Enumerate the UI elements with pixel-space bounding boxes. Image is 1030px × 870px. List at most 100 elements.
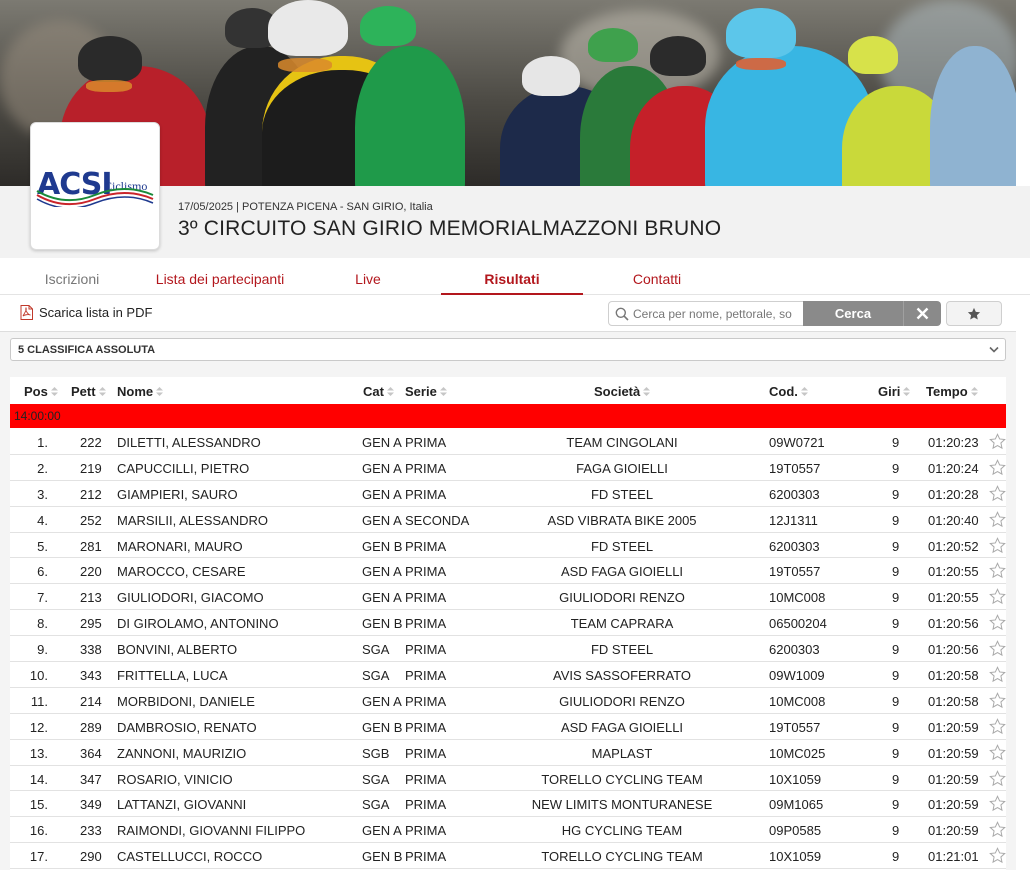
row-time: 01:21:01	[928, 849, 979, 865]
row-category: GEN B	[362, 849, 403, 865]
row-bib-number: 343	[80, 668, 102, 684]
classification-select[interactable]: 5 CLASSIFICA ASSOLUTA	[10, 338, 1006, 361]
clear-search-button[interactable]	[903, 301, 941, 326]
sort-arrows-icon	[903, 387, 911, 396]
table-row[interactable]: 14. 347 ROSARIO, VINICIO SGA PRIMA TOREL…	[10, 766, 1006, 792]
col-cod[interactable]: Cod.	[769, 384, 808, 399]
star-outline-icon[interactable]	[989, 821, 1006, 838]
star-outline-icon[interactable]	[989, 510, 1006, 528]
star-outline-icon[interactable]	[989, 769, 1006, 787]
row-position: 3.	[37, 486, 48, 502]
table-row[interactable]: 3. 212 GIAMPIERI, SAURO GEN A PRIMA FD S…	[10, 481, 1006, 507]
table-row[interactable]: 6. 220 MAROCCO, CESARE GEN A PRIMA ASD F…	[10, 558, 1006, 585]
star-outline-icon[interactable]	[989, 717, 1006, 735]
row-athlete-name: LATTANZI, GIOVANNI	[117, 797, 247, 813]
star-outline-icon[interactable]	[989, 743, 1006, 761]
download-pdf-label: Scarica lista in PDF	[39, 305, 153, 320]
row-team: TORELLO CYCLING TEAM	[541, 849, 703, 865]
row-laps: 9	[892, 693, 900, 709]
tab-risultati[interactable]: Risultati	[441, 262, 583, 295]
organizer-logo: ACSI Ciclismo	[30, 122, 160, 250]
star-outline-icon[interactable]	[989, 847, 1006, 864]
close-icon	[916, 307, 929, 320]
page-title: 3º CIRCUITO SAN GIRIO MEMORIALMAZZONI BR…	[178, 217, 722, 240]
table-row[interactable]: 2. 219 CAPUCCILLI, PIETRO GEN A PRIMA FA…	[10, 455, 1006, 481]
table-row[interactable]: 12. 289 DAMBROSIO, RENATO GEN B PRIMA AS…	[10, 714, 1006, 740]
sort-arrows-icon	[970, 387, 978, 396]
row-category: GEN B	[362, 616, 403, 632]
row-athlete-name: CAPUCCILLI, PIETRO	[117, 460, 250, 476]
row-bib-number: 222	[80, 435, 102, 450]
row-team-code: 10MC008	[769, 693, 826, 709]
col-cat[interactable]: Cat	[363, 384, 394, 399]
col-giri[interactable]: Giri	[878, 384, 911, 399]
star-outline-icon[interactable]	[989, 666, 1006, 683]
star-outline-icon[interactable]	[989, 433, 1006, 450]
col-serie-label: Serie	[405, 384, 437, 399]
row-team-code: 09W0721	[769, 435, 825, 450]
col-tempo[interactable]: Tempo	[926, 384, 978, 399]
row-series: PRIMA	[405, 797, 447, 813]
row-bib-number: 212	[80, 486, 102, 502]
star-outline-icon[interactable]	[989, 795, 1006, 812]
table-row[interactable]: 16. 233 RAIMONDI, GIOVANNI FILIPPO GEN A…	[10, 817, 1006, 844]
tab-iscrizioni[interactable]: Iscrizioni	[22, 262, 122, 295]
results-table: Pos Pett Nome Cat Serie Società Cod. Gir…	[10, 377, 1006, 870]
row-time: 01:20:24	[928, 460, 979, 476]
row-laps: 9	[892, 538, 900, 554]
star-outline-icon[interactable]	[989, 691, 1006, 709]
table-body: 1. 222 DILETTI, ALESSANDRO GEN A PRIMA T…	[10, 429, 1006, 870]
search-input[interactable]	[633, 305, 801, 323]
col-serie[interactable]: Serie	[405, 384, 447, 399]
star-outline-icon[interactable]	[989, 458, 1006, 476]
table-row[interactable]: 17. 290 CASTELLUCCI, ROCCO GEN B PRIMA T…	[10, 843, 1006, 870]
star-outline-icon[interactable]	[989, 640, 1006, 657]
row-category: SGA	[362, 771, 390, 787]
star-outline-icon[interactable]	[989, 562, 1006, 579]
row-team: FD STEEL	[590, 538, 654, 554]
row-time: 01:20:28	[928, 486, 979, 502]
table-row[interactable]: 13. 364 ZANNONI, MAURIZIO SGB PRIMA MAPL…	[10, 740, 1006, 766]
table-row[interactable]: 15. 349 LATTANZI, GIOVANNI SGA PRIMA NEW…	[10, 791, 1006, 818]
tab-live[interactable]: Live	[333, 262, 403, 295]
search-button[interactable]: Cerca	[803, 301, 903, 326]
table-row[interactable]: 1. 222 DILETTI, ALESSANDRO GEN A PRIMA T…	[10, 429, 1006, 455]
favorites-button[interactable]	[946, 301, 1002, 326]
tab-contatti[interactable]: Contatti	[612, 262, 702, 295]
table-row[interactable]: 5. 281 MARONARI, MAURO GEN B PRIMA FD ST…	[10, 533, 1006, 559]
star-outline-icon[interactable]	[989, 588, 1006, 605]
row-category: GEN A	[362, 486, 402, 502]
search-icon	[615, 307, 629, 321]
row-position: 14.	[29, 771, 48, 787]
table-row[interactable]: 10. 343 FRITTELLA, LUCA SGA PRIMA AVIS S…	[10, 662, 1006, 688]
table-row[interactable]: 4. 252 MARSILII, ALESSANDRO GEN A SECOND…	[10, 507, 1006, 533]
table-row[interactable]: 7. 213 GIULIODORI, GIACOMO GEN A PRIMA G…	[10, 584, 1006, 611]
star-outline-icon[interactable]	[989, 536, 1006, 554]
search-field[interactable]	[608, 301, 804, 326]
table-row[interactable]: 11. 214 MORBIDONI, DANIELE GEN A PRIMA G…	[10, 688, 1006, 714]
start-time-group-row: 14:00:00	[10, 404, 1006, 428]
table-row[interactable]: 9. 338 BONVINI, ALBERTO SGA PRIMA FD STE…	[10, 636, 1006, 663]
col-pett[interactable]: Pett	[71, 384, 106, 399]
table-header: Pos Pett Nome Cat Serie Società Cod. Gir…	[10, 377, 1006, 404]
row-category: SGA	[362, 668, 390, 684]
col-nome[interactable]: Nome	[117, 384, 164, 399]
row-series: PRIMA	[405, 849, 447, 865]
col-pos[interactable]: Pos	[24, 384, 58, 399]
row-time: 01:20:58	[928, 693, 979, 709]
tab-lista-partecipanti[interactable]: Lista dei partecipanti	[140, 262, 300, 295]
download-pdf-link[interactable]: Scarica lista in PDF	[20, 305, 152, 320]
row-position: 13.	[29, 745, 48, 761]
sort-arrows-icon	[800, 387, 808, 396]
row-team: FD STEEL	[590, 486, 654, 502]
row-position: 5.	[37, 538, 48, 554]
star-outline-icon[interactable]	[989, 484, 1006, 502]
table-row[interactable]: 8. 295 DI GIROLAMO, ANTONINO GEN B PRIMA…	[10, 610, 1006, 637]
star-outline-icon[interactable]	[989, 614, 1006, 631]
col-societa[interactable]: Società	[594, 384, 651, 399]
row-laps: 9	[892, 435, 900, 450]
row-laps: 9	[892, 745, 900, 761]
row-team-code: 6200303	[769, 642, 820, 658]
row-time: 01:20:55	[928, 590, 979, 606]
row-bib-number: 338	[80, 642, 102, 658]
